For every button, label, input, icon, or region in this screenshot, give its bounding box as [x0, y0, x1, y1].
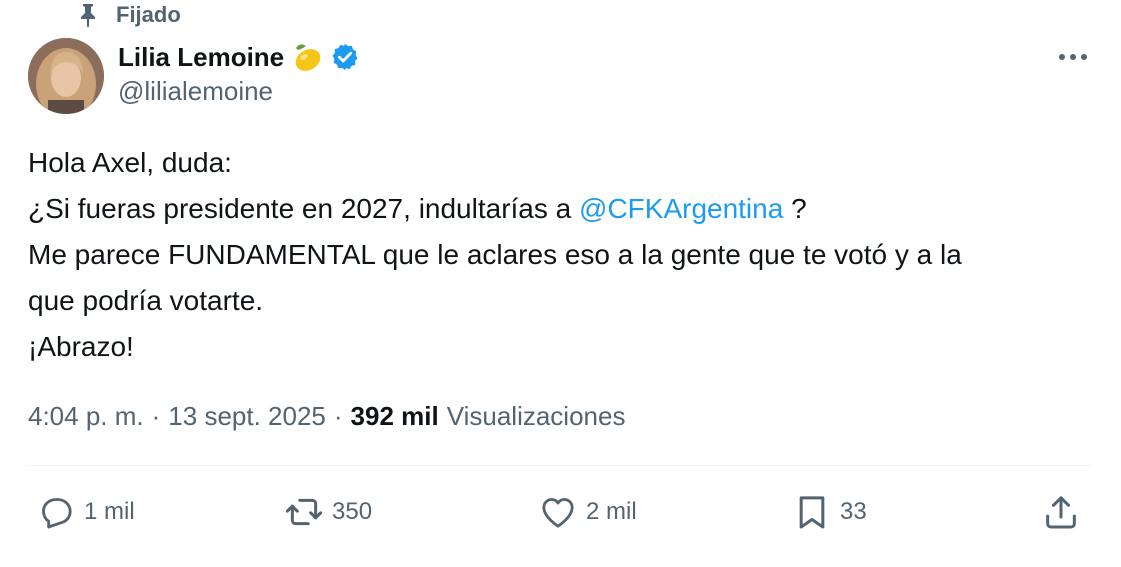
- author-display-name[interactable]: Lilia Lemoine: [118, 42, 284, 73]
- heart-icon: [542, 498, 574, 528]
- verified-badge-icon[interactable]: [330, 42, 360, 72]
- author-handle[interactable]: @lilialemoine: [118, 76, 273, 107]
- tweet-meta: 4:04 p. m. · 13 sept. 2025 · 392 mil Vis…: [28, 395, 625, 437]
- pinned-label: Fijado: [116, 2, 181, 27]
- tweet-line-5: ¡Abrazo!: [28, 331, 134, 362]
- retweet-count: 350: [332, 498, 373, 525]
- meta-separator-1: ·: [151, 400, 161, 431]
- share-icon: [1046, 496, 1076, 529]
- tweet-actions: 1 mil 350 2 mil 33: [28, 490, 1091, 534]
- views-label: Visualizaciones: [446, 400, 626, 431]
- bookmark-count: 33: [840, 498, 867, 525]
- pinned-indicator: Fijado: [76, 0, 181, 30]
- bookmark-icon: [799, 496, 825, 529]
- like-count: 2 mil: [586, 498, 637, 525]
- reply-icon: [42, 498, 72, 529]
- lemon-emoji-icon: [295, 44, 321, 71]
- tweet-date[interactable]: 13 sept. 2025: [168, 401, 326, 432]
- retweet-button[interactable]: 350: [284, 490, 372, 534]
- views-count: 392 mil: [350, 400, 439, 431]
- tweet-time[interactable]: 4:04 p. m.: [28, 401, 144, 432]
- meta-separator-2: ·: [333, 400, 343, 431]
- avatar[interactable]: [28, 38, 104, 114]
- tweet-line-2-suffix: ?: [783, 193, 807, 224]
- tweet-line-1: Hola Axel, duda:: [28, 147, 232, 178]
- more-options-button[interactable]: [1056, 44, 1090, 70]
- tweet-line-4: que podría votarte.: [28, 285, 264, 316]
- tweet-line-2: ¿Si fueras presidente en 2027, indultarí…: [28, 186, 1098, 232]
- bookmark-button[interactable]: 33: [792, 490, 867, 534]
- more-options-icon: [1059, 54, 1087, 60]
- tweet-line-2-prefix: ¿Si fueras presidente en 2027, indultarí…: [28, 193, 580, 224]
- reply-count: 1 mil: [84, 498, 135, 525]
- author-name-row: Lilia Lemoine: [118, 38, 360, 76]
- reply-button[interactable]: 1 mil: [36, 490, 135, 534]
- divider: [28, 465, 1091, 466]
- share-button[interactable]: [1041, 490, 1081, 534]
- retweet-icon: [285, 498, 323, 526]
- pin-icon: [81, 4, 95, 28]
- mention-link[interactable]: @CFKArgentina: [579, 193, 783, 224]
- like-button[interactable]: 2 mil: [538, 490, 637, 534]
- tweet-text: Hola Axel, duda: ¿Si fueras presidente e…: [28, 140, 1098, 370]
- tweet-line-3: Me parece FUNDAMENTAL que le aclares eso…: [28, 239, 962, 270]
